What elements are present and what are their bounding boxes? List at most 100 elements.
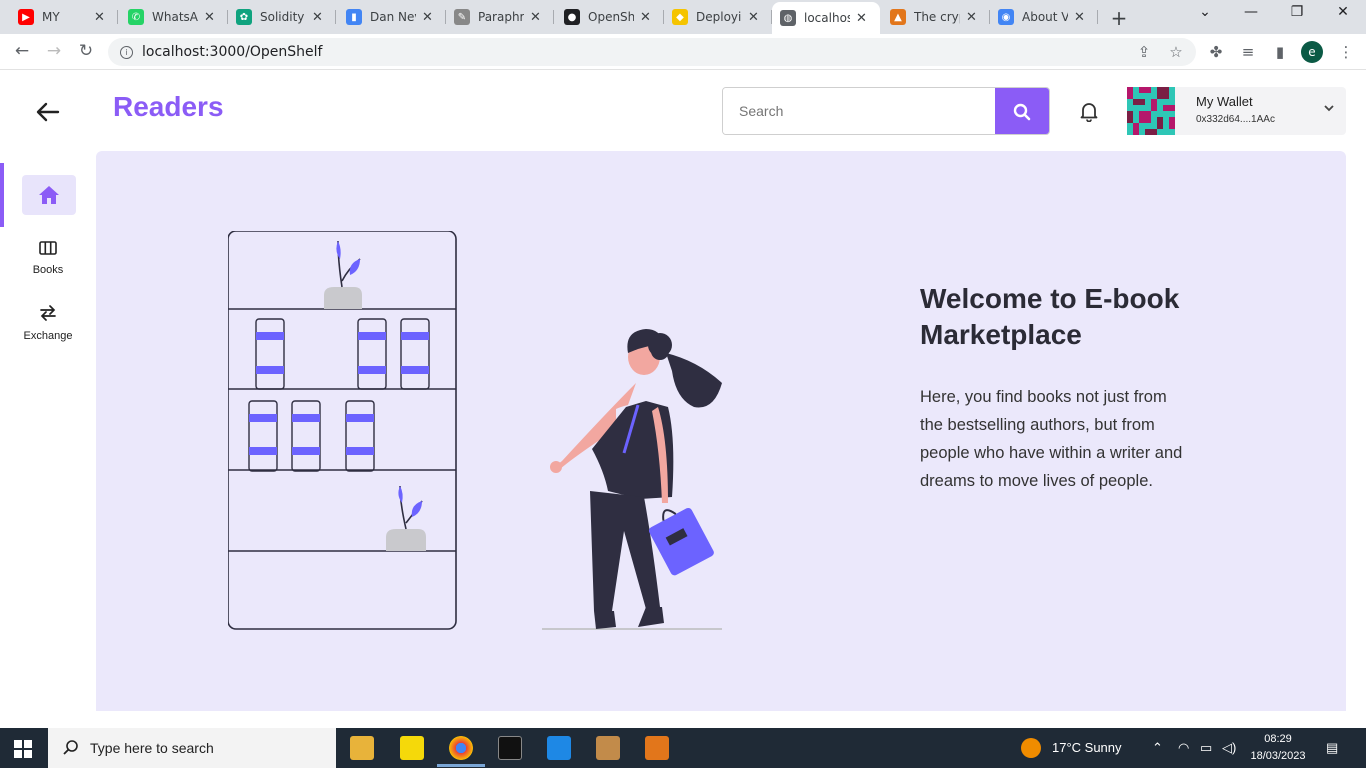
tab-favicon-icon: ▲	[890, 9, 906, 25]
tab-title: OpenSh	[588, 10, 634, 24]
wallet-dropdown[interactable]: My Wallet 0x332d64....1AAc	[1127, 87, 1346, 135]
tab-title: Solidity	[260, 10, 305, 24]
taskbar-search-placeholder: Type here to search	[90, 740, 214, 756]
tab-title: Paraphra	[478, 10, 524, 24]
tab-title: The cryp	[914, 10, 960, 24]
tab-search-chevron-icon[interactable]: ⌄	[1190, 4, 1220, 20]
battery-icon[interactable]: ▭	[1200, 740, 1212, 756]
tab-close-icon[interactable]: ✕	[748, 10, 759, 25]
share-icon[interactable]: ⇪	[1134, 43, 1154, 61]
tab-close-icon[interactable]: ✕	[966, 10, 977, 25]
browser-tab[interactable]: ▮ Dan Nev ✕	[338, 4, 446, 30]
hero-banner: Welcome to E-book Marketplace Here, you …	[96, 151, 1346, 711]
search-bar	[722, 87, 1050, 135]
tab-favicon-icon: ✎	[454, 9, 470, 25]
search-button[interactable]	[995, 88, 1049, 134]
back-arrow-icon[interactable]	[36, 99, 60, 129]
tab-favicon-icon: ✿	[236, 9, 252, 25]
tab-favicon-icon: ◆	[672, 9, 688, 25]
side-panel-icon[interactable]: ▮	[1270, 43, 1290, 61]
tab-close-icon[interactable]: ✕	[1074, 10, 1085, 25]
extensions-icon[interactable]: ✤	[1206, 43, 1226, 61]
tab-favicon-icon: ◍	[780, 10, 796, 26]
browser-tab[interactable]: ▲ The cryp ✕	[882, 4, 990, 30]
sidebar-item-books[interactable]: Books	[18, 241, 78, 276]
tab-close-icon[interactable]: ✕	[312, 10, 323, 25]
browser-tab[interactable]: ✎ Paraphra ✕	[446, 4, 554, 30]
browser-tab[interactable]: ● OpenSh ✕	[556, 4, 664, 30]
tray-chevron-up-icon[interactable]: ⌃	[1152, 740, 1163, 756]
browser-forward-icon[interactable]: →	[42, 41, 66, 61]
browser-tab[interactable]: ✿ Solidity ✕	[228, 4, 336, 30]
minimize-button[interactable]: —	[1236, 4, 1266, 20]
weather-text[interactable]: 17°C Sunny	[1052, 740, 1122, 755]
browser-tab[interactable]: ◍ localhos ✕	[772, 2, 880, 34]
network-icon[interactable]: ◠	[1178, 740, 1189, 756]
weather-sun-icon[interactable]	[1021, 738, 1041, 758]
notifications-icon[interactable]: ▤	[1326, 740, 1338, 756]
books-icon	[18, 241, 78, 260]
browser-tab[interactable]: ◆ Deployin ✕	[664, 4, 772, 30]
sidebar-item-exchange[interactable]: Exchange	[18, 305, 78, 342]
tab-close-icon[interactable]: ✕	[422, 10, 433, 25]
sticky-notes-icon[interactable]	[400, 736, 424, 760]
chevron-down-icon	[1324, 101, 1334, 115]
home-icon	[39, 186, 59, 204]
new-tab-button[interactable]: +	[1108, 6, 1130, 30]
package-app-icon[interactable]	[596, 736, 620, 760]
bookmark-star-icon[interactable]: ☆	[1166, 43, 1186, 61]
tab-title: Deployin	[696, 10, 742, 24]
search-icon	[63, 740, 78, 755]
reload-icon[interactable]: ↻	[74, 41, 98, 61]
site-info-icon[interactable]: i	[120, 45, 133, 59]
address-bar[interactable]: i localhost:3000/OpenShelf	[108, 38, 1196, 66]
tab-close-icon[interactable]: ✕	[856, 11, 867, 26]
clock-time: 08:29	[1264, 733, 1292, 745]
terminal-icon[interactable]	[498, 736, 522, 760]
chrome-taskbar-icon[interactable]	[437, 736, 485, 767]
tab-close-icon[interactable]: ✕	[530, 10, 541, 25]
browser-tab[interactable]: ▶ MY ✕	[10, 4, 118, 30]
taskbar-search-box[interactable]: Type here to search	[48, 728, 336, 768]
url-text: localhost:3000/OpenShelf	[142, 44, 323, 60]
exchange-icon	[18, 305, 78, 326]
wallet-name: My Wallet	[1196, 94, 1253, 109]
tab-favicon-icon: ◉	[998, 9, 1014, 25]
tab-title: WhatsApp	[152, 10, 198, 24]
tab-favicon-icon: ▮	[346, 9, 362, 25]
chrome-menu-icon[interactable]: ⋮	[1336, 43, 1356, 61]
sidebar-item-home[interactable]	[22, 175, 76, 215]
sidebar-item-label: Exchange	[23, 330, 73, 342]
app-root: Readers My Wallet 0x332d64....1AAc	[0, 71, 1366, 728]
tab-close-icon[interactable]: ✕	[204, 10, 215, 25]
browser-tab[interactable]: ✆ WhatsApp ✕	[120, 4, 228, 30]
file-explorer-icon[interactable]	[350, 736, 374, 760]
notification-bell-icon[interactable]	[1078, 100, 1100, 123]
hero-description: Here, you find books not just from the b…	[920, 388, 1183, 490]
fox-app-icon[interactable]	[645, 736, 669, 760]
tab-close-icon[interactable]: ✕	[94, 10, 105, 25]
close-window-button[interactable]: ✕	[1328, 4, 1358, 20]
page-title: Readers	[113, 91, 224, 122]
tab-close-icon[interactable]: ✕	[640, 10, 651, 25]
media-control-icon[interactable]: ≡	[1238, 43, 1258, 61]
browser-toolbar: ← → ↻ i localhost:3000/OpenShelf ⇪ ☆ ✤ ≡…	[0, 34, 1366, 70]
wallet-address: 0x332d64....1AAc	[1196, 114, 1275, 125]
tab-title: localhos	[804, 11, 850, 25]
vscode-icon[interactable]	[547, 736, 571, 760]
search-icon	[1013, 103, 1031, 121]
maximize-button[interactable]: ❐	[1282, 4, 1312, 20]
wallet-identicon	[1127, 87, 1175, 135]
tab-favicon-icon: ▶	[18, 9, 34, 25]
sidebar-item-label: Books	[32, 264, 64, 276]
browser-tab[interactable]: ◉ About V ✕	[990, 4, 1098, 30]
sidebar-active-indicator	[0, 163, 4, 227]
taskbar-clock[interactable]: 08:29 18/03/2023	[1238, 731, 1318, 765]
profile-avatar[interactable]: e	[1301, 41, 1323, 63]
volume-icon[interactable]: ◁)	[1222, 740, 1236, 756]
browser-back-icon[interactable]: ←	[10, 41, 34, 61]
windows-start-icon[interactable]	[14, 740, 32, 758]
tab-favicon-icon: ✆	[128, 9, 144, 25]
windows-taskbar: Type here to search 17°C Sunny ⌃ ◠ ▭ ◁) …	[0, 728, 1366, 768]
search-input[interactable]	[723, 88, 995, 134]
